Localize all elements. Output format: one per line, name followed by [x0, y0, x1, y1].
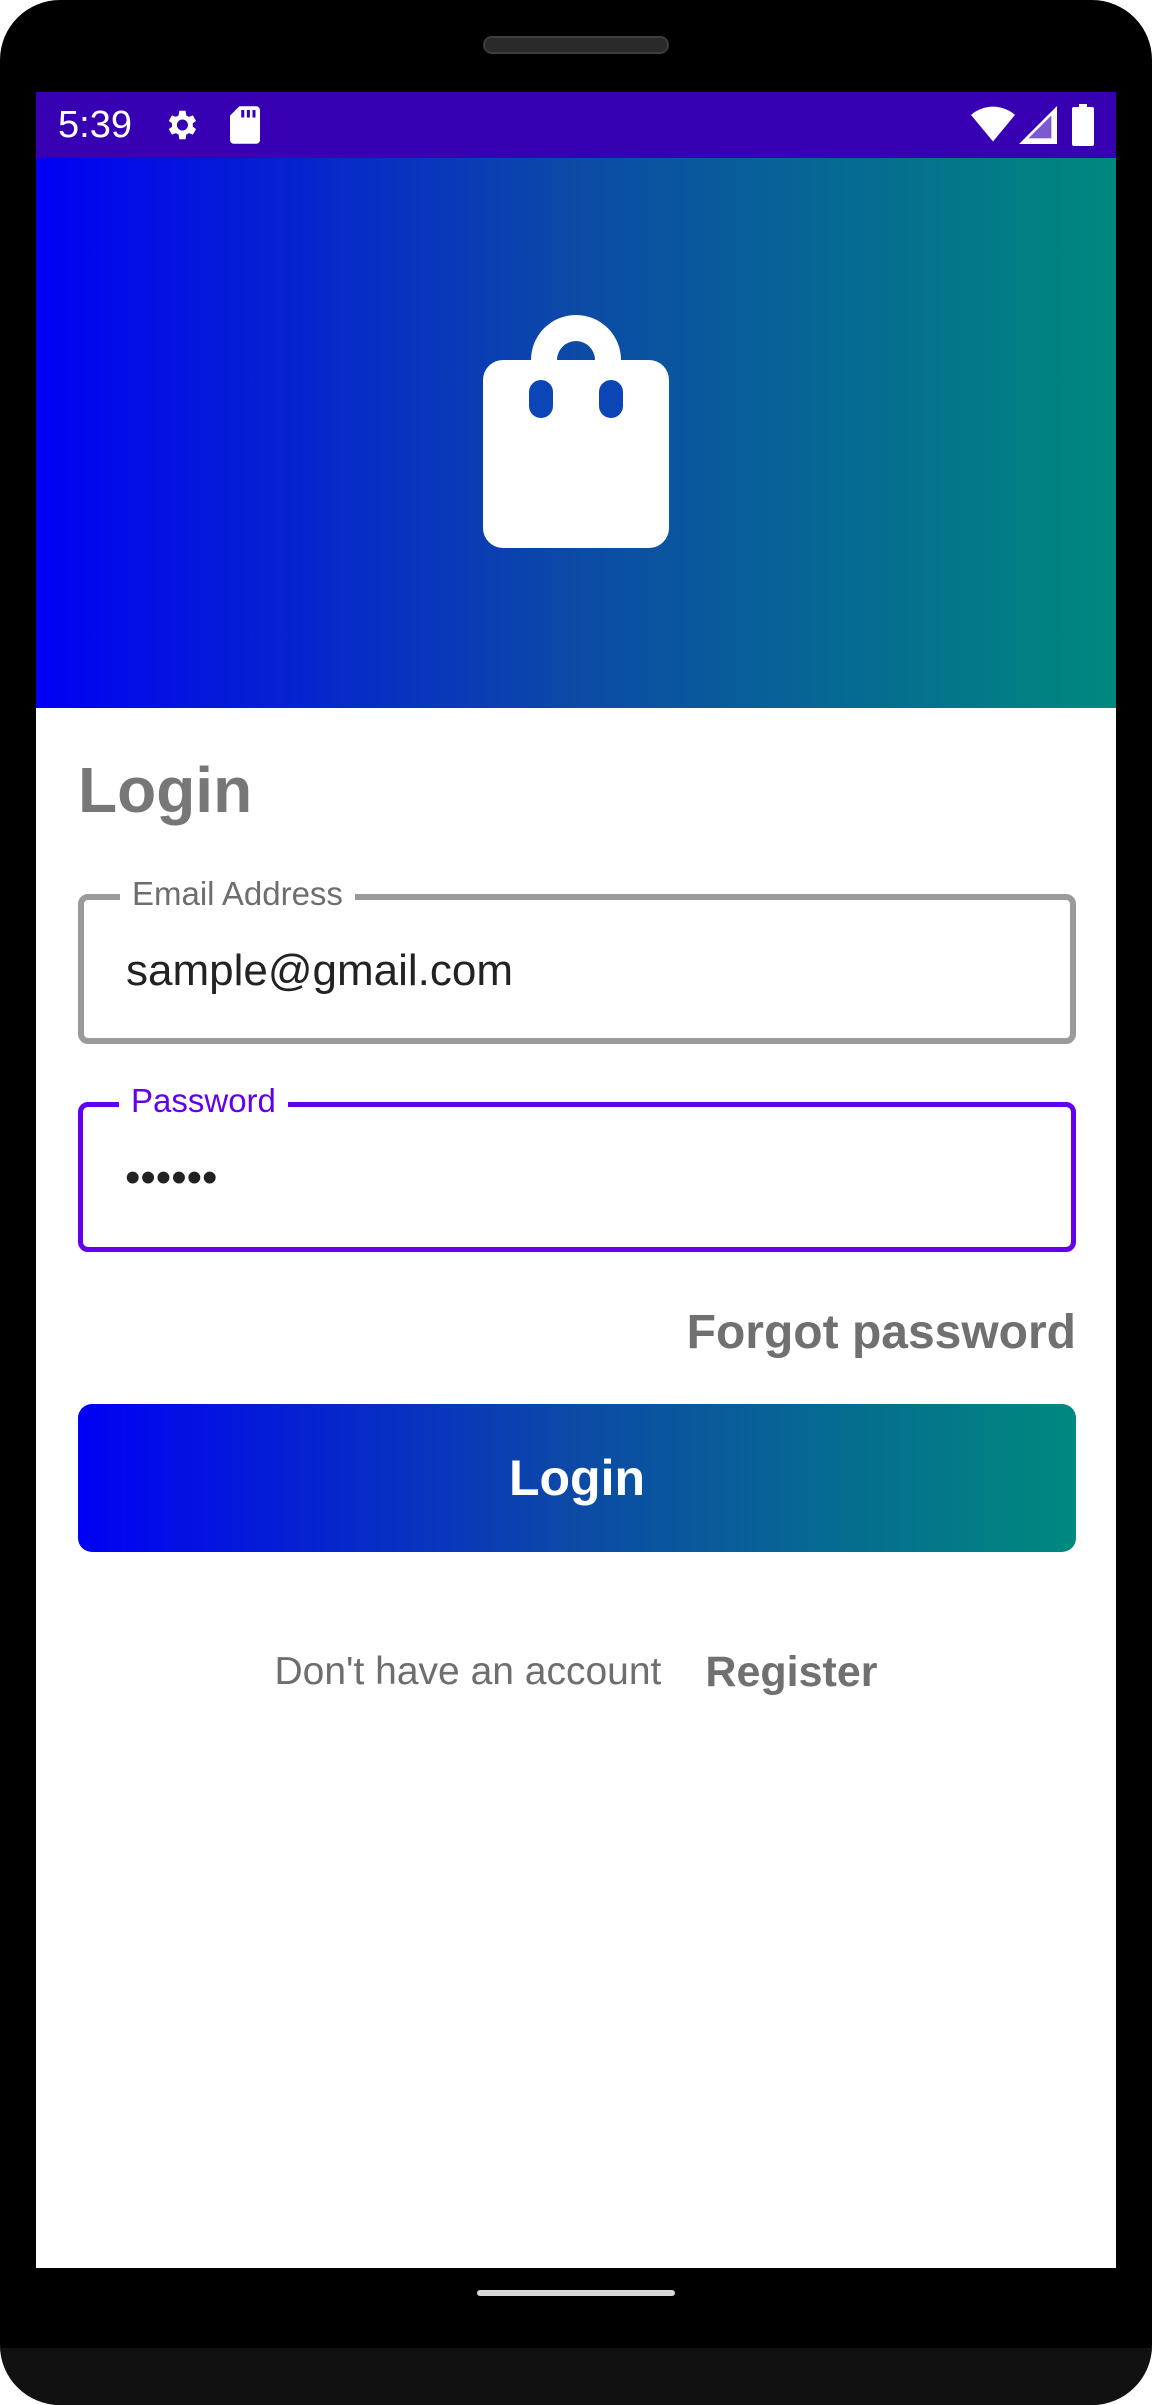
register-link[interactable]: Register	[705, 1648, 877, 1697]
password-field-label: Password	[119, 1081, 288, 1121]
email-input[interactable]	[126, 946, 1026, 996]
signal-icon	[1019, 106, 1057, 144]
phone-frame: 5:39 Login Email Address Password Forgot	[0, 0, 1152, 2405]
status-time: 5:39	[58, 104, 132, 146]
email-field[interactable]: Email Address	[78, 874, 1076, 1044]
password-input[interactable]	[125, 1153, 1025, 1203]
login-button[interactable]: Login	[78, 1404, 1076, 1552]
battery-icon	[1072, 104, 1094, 146]
login-button-label: Login	[508, 1450, 646, 1506]
shopping-bag-icon	[483, 315, 669, 548]
sd-card-icon	[230, 106, 260, 144]
earpiece-speaker	[483, 36, 669, 54]
password-field[interactable]: Password	[78, 1081, 1076, 1252]
register-row: Don't have an account Register	[36, 1632, 1116, 1712]
no-account-text: Don't have an account	[274, 1650, 662, 1693]
status-bar: 5:39	[36, 92, 1116, 158]
app-screen: 5:39 Login Email Address Password Forgot	[36, 92, 1116, 2268]
forgot-password-link[interactable]: Forgot password	[687, 1304, 1076, 1362]
gear-icon	[168, 110, 197, 140]
hero-banner	[36, 158, 1116, 708]
wifi-icon	[971, 106, 1015, 142]
phone-chin	[0, 2348, 1152, 2405]
email-field-label: Email Address	[120, 874, 355, 914]
page-title: Login	[78, 754, 253, 826]
home-indicator[interactable]	[477, 2290, 675, 2296]
